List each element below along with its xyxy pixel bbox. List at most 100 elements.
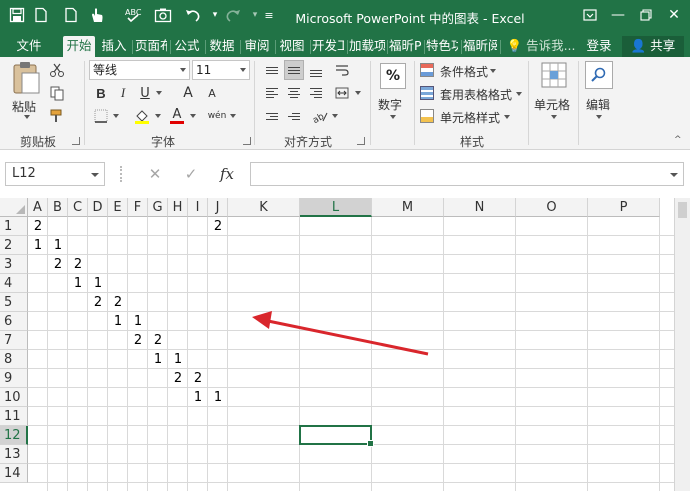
cell-g8[interactable]: 1	[148, 350, 168, 369]
column-header-j[interactable]: J	[208, 198, 228, 217]
save-icon[interactable]	[6, 4, 28, 26]
column-header-d[interactable]: D	[88, 198, 108, 217]
italic-button[interactable]: I	[113, 83, 133, 103]
wrap-text-icon[interactable]	[332, 60, 352, 80]
undo-icon[interactable]	[182, 4, 204, 26]
row-header-5[interactable]: 5	[0, 293, 28, 312]
copy-icon[interactable]	[47, 83, 67, 103]
editing-button[interactable]: 编辑	[582, 61, 616, 123]
row-header-13[interactable]: 13	[0, 445, 28, 464]
cell-b3[interactable]: 2	[48, 255, 68, 274]
name-box[interactable]: L12	[5, 162, 105, 186]
row-header-9[interactable]: 9	[0, 369, 28, 388]
merge-dropdown-icon[interactable]	[355, 91, 361, 95]
border-dropdown-icon[interactable]	[113, 114, 119, 118]
merge-center-icon[interactable]	[332, 83, 352, 103]
column-header-f[interactable]: F	[128, 198, 148, 217]
font-color-dropdown-icon[interactable]	[190, 114, 196, 118]
font-color-button[interactable]: A	[167, 106, 187, 126]
tell-me-search[interactable]: 💡 告诉我...	[504, 36, 578, 57]
cancel-icon[interactable]: ✕	[142, 162, 168, 186]
grow-font-button[interactable]: A	[178, 83, 198, 103]
formula-input[interactable]	[250, 162, 684, 186]
tab-file[interactable]: 文件	[8, 36, 50, 57]
align-right-icon[interactable]	[306, 83, 326, 103]
shrink-font-button[interactable]: A	[202, 83, 222, 103]
tab-addins[interactable]: 加载项	[349, 36, 385, 57]
row-header-11[interactable]: 11	[0, 407, 28, 426]
name-box-dropdown-icon[interactable]	[91, 173, 99, 177]
cell-e5[interactable]: 2	[108, 293, 128, 312]
vertical-scrollbar[interactable]	[674, 198, 690, 491]
scrollbar-thumb[interactable]	[678, 202, 687, 218]
align-middle-icon[interactable]	[284, 60, 304, 80]
column-header-a[interactable]: A	[28, 198, 48, 217]
conditional-formatting-button[interactable]: 条件格式	[420, 61, 530, 81]
column-header-m[interactable]: M	[372, 198, 444, 217]
tab-developer[interactable]: 开发工具	[312, 36, 344, 57]
row-header-2[interactable]: 2	[0, 236, 28, 255]
cell-j10[interactable]: 1	[208, 388, 228, 407]
cell-c3[interactable]: 2	[68, 255, 88, 274]
row-header-14[interactable]: 14	[0, 464, 28, 483]
phonetic-button[interactable]: wén	[207, 106, 227, 126]
align-center-icon[interactable]	[284, 83, 304, 103]
column-header-l[interactable]: L	[300, 198, 372, 217]
tab-data[interactable]: 数据	[207, 36, 237, 57]
cell-i10[interactable]: 1	[188, 388, 208, 407]
tab-review[interactable]: 审阅	[242, 36, 272, 57]
paste-button[interactable]: 粘贴	[8, 61, 44, 123]
phonetic-dropdown-icon[interactable]	[230, 114, 236, 118]
selected-cell-outline[interactable]	[299, 425, 374, 447]
column-header-e[interactable]: E	[108, 198, 128, 217]
cell-a2[interactable]: 1	[28, 236, 48, 255]
row-header-1[interactable]: 1	[0, 217, 28, 236]
column-header-c[interactable]: C	[68, 198, 88, 217]
spellcheck-icon[interactable]: ABC	[122, 4, 144, 26]
border-icon[interactable]	[91, 106, 111, 126]
cell-j1[interactable]: 2	[208, 217, 228, 236]
row-header-10[interactable]: 10	[0, 388, 28, 407]
column-header-p[interactable]: P	[588, 198, 660, 217]
column-header-k[interactable]: K	[228, 198, 300, 217]
clipboard-launcher-icon[interactable]	[72, 137, 80, 145]
column-header-o[interactable]: O	[516, 198, 588, 217]
cell-d5[interactable]: 2	[88, 293, 108, 312]
tab-insert[interactable]: 插入	[99, 36, 129, 57]
bold-button[interactable]: B	[91, 83, 111, 103]
ribbon-display-icon[interactable]	[578, 4, 602, 26]
share-button[interactable]: 👤 共享	[622, 36, 684, 57]
hand-touch-icon[interactable]	[86, 4, 108, 26]
collapse-ribbon-icon[interactable]: ^	[674, 135, 684, 145]
cell-f7[interactable]: 2	[128, 331, 148, 350]
minimize-icon[interactable]: —	[606, 4, 630, 26]
number-format-button[interactable]: % 数字	[376, 61, 410, 123]
tab-view[interactable]: 视图	[277, 36, 307, 57]
orientation-dropdown-icon[interactable]	[332, 114, 338, 118]
column-header-i[interactable]: I	[188, 198, 208, 217]
row-header-6[interactable]: 6	[0, 312, 28, 331]
align-bottom-icon[interactable]	[306, 60, 326, 80]
decrease-indent-icon[interactable]	[262, 106, 282, 126]
increase-indent-icon[interactable]	[284, 106, 304, 126]
tab-special[interactable]: 特色功能	[426, 36, 458, 57]
cell-f6[interactable]: 1	[128, 312, 148, 331]
worksheet-grid[interactable]: A B C D E F G H I J K L M N O P 1 2 3 4 5 6 7 8 9 10 11 12 13 14 2 2 1 1 2…	[0, 198, 690, 491]
column-header-n[interactable]: N	[444, 198, 516, 217]
cell-h8[interactable]: 1	[168, 350, 188, 369]
cell-c4[interactable]: 1	[68, 274, 88, 293]
cell-i9[interactable]: 2	[188, 369, 208, 388]
row-header-4[interactable]: 4	[0, 274, 28, 293]
alignment-launcher-icon[interactable]	[357, 137, 365, 145]
align-left-icon[interactable]	[262, 83, 282, 103]
cells-button[interactable]: 单元格	[534, 61, 574, 123]
tab-page-layout[interactable]: 页面布局	[135, 36, 167, 57]
cell-h9[interactable]: 2	[168, 369, 188, 388]
format-painter-icon[interactable]	[47, 106, 67, 126]
cell-styles-button[interactable]: 单元格样式	[420, 107, 530, 127]
cut-icon[interactable]	[47, 60, 67, 80]
row-header-8[interactable]: 8	[0, 350, 28, 369]
redo-icon[interactable]	[222, 4, 244, 26]
fill-color-dropdown-icon[interactable]	[155, 114, 161, 118]
enter-icon[interactable]: ✓	[178, 162, 204, 186]
